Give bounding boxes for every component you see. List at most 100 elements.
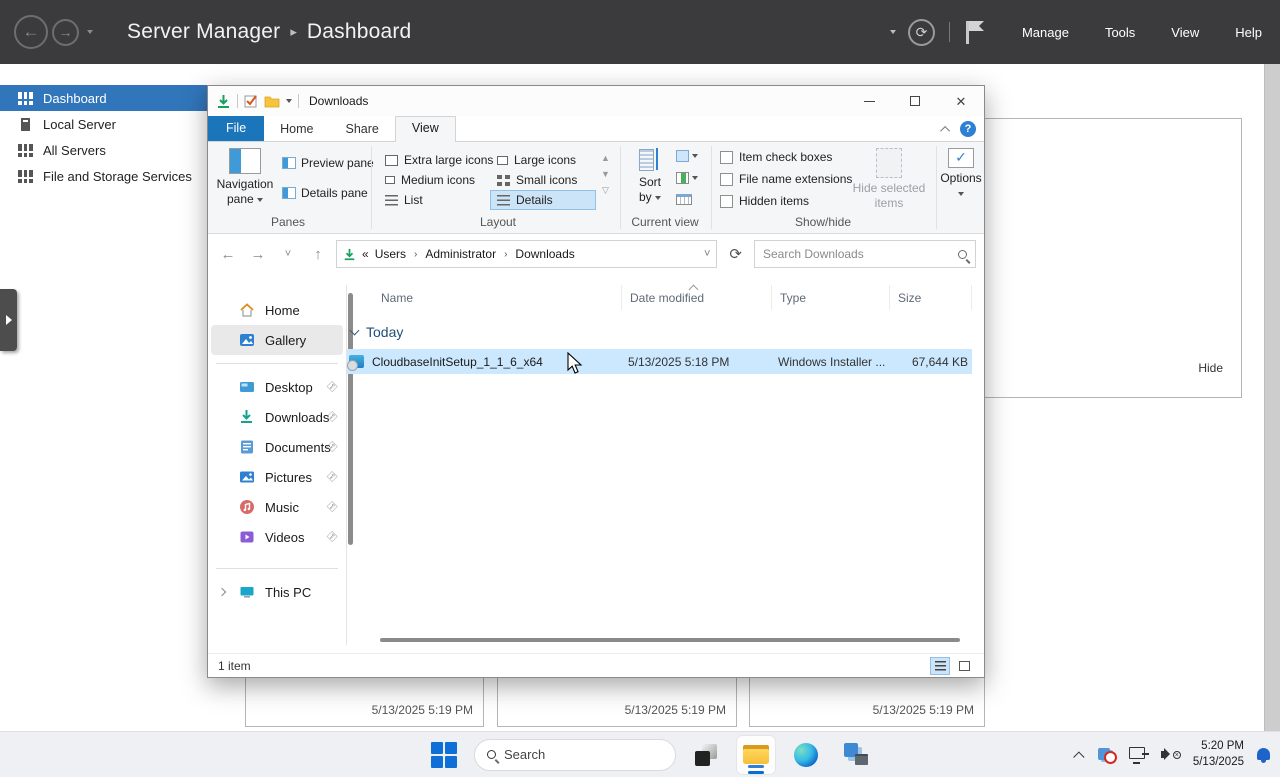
server-manager-tray-icon[interactable]	[1097, 746, 1117, 764]
column-type[interactable]: Type	[772, 285, 890, 310]
search-input[interactable]	[763, 247, 958, 261]
forward-icon[interactable]: →	[52, 19, 79, 46]
menu-manage[interactable]: Manage	[1022, 25, 1069, 40]
expand-chevron-icon[interactable]	[218, 588, 226, 596]
nav-item-home[interactable]: Home	[211, 295, 343, 325]
new-folder-qat-icon[interactable]	[264, 95, 280, 108]
crumb-administrator[interactable]: Administrator	[425, 247, 496, 261]
add-columns-button[interactable]	[676, 172, 698, 184]
layout-list[interactable]: List	[378, 190, 430, 210]
refresh-icon[interactable]: ⟳	[908, 19, 935, 46]
layout-details[interactable]: Details	[490, 190, 596, 210]
sort-by-button[interactable]: Sort by	[628, 148, 672, 205]
maximize-button[interactable]	[892, 86, 938, 116]
column-name[interactable]: Name	[347, 285, 622, 310]
tray-overflow-chevron-icon[interactable]	[1073, 751, 1084, 762]
item-check-boxes-checkbox[interactable]: Item check boxes	[720, 150, 832, 164]
options-icon: ✓	[948, 148, 974, 168]
tab-file[interactable]: File	[208, 116, 264, 141]
navigation-pane-button[interactable]: Navigation pane	[214, 148, 276, 207]
flag-icon[interactable]	[964, 19, 986, 45]
layout-small-icons[interactable]: Small icons	[490, 170, 584, 190]
group-header-today[interactable]: Today	[347, 319, 984, 345]
network-tray-icon[interactable]	[1129, 746, 1149, 764]
nav-item-videos[interactable]: Videos ⚿	[211, 522, 343, 552]
back-icon[interactable]: ←	[14, 15, 48, 49]
navigation-pane-caret-icon	[257, 198, 263, 202]
nav-history-caret-icon[interactable]	[87, 30, 93, 34]
qat-customize-caret-icon[interactable]	[286, 99, 292, 103]
crumb-overflow[interactable]: «	[362, 247, 369, 261]
taskbar-search[interactable]: Search	[474, 739, 676, 771]
icons-view-toggle[interactable]	[954, 657, 974, 675]
collapse-group-icon[interactable]	[350, 326, 360, 336]
task-view-button[interactable]	[686, 735, 726, 775]
sidebar-item-label: Local Server	[43, 117, 116, 132]
group-by-button[interactable]	[676, 150, 698, 162]
hidden-items-checkbox[interactable]: Hidden items	[720, 194, 809, 208]
layout-extra-large-icons[interactable]: Extra large icons	[378, 150, 500, 170]
forward-icon[interactable]: →	[246, 246, 270, 263]
recent-locations-caret-icon[interactable]: ˅	[276, 248, 300, 260]
file-explorer-taskbar-button[interactable]	[736, 735, 776, 775]
search-icon[interactable]	[958, 250, 967, 259]
tab-share[interactable]: Share	[330, 118, 395, 141]
tab-view[interactable]: View	[395, 116, 456, 142]
details-view-toggle[interactable]	[930, 657, 950, 675]
hide-welcome-link[interactable]: Hide	[1198, 361, 1223, 375]
search-box[interactable]	[754, 240, 976, 268]
size-columns-button[interactable]	[676, 194, 692, 205]
server-manager-taskbar-button[interactable]	[836, 735, 876, 775]
taskbar-clock[interactable]: 5:20 PM 5/13/2025	[1193, 739, 1244, 770]
start-button[interactable]	[424, 735, 464, 775]
scrollbar-thumb[interactable]	[380, 638, 960, 642]
crumb-separator-icon[interactable]: ›	[502, 249, 509, 260]
crumb-separator-icon[interactable]: ›	[412, 249, 419, 260]
column-date-modified[interactable]: Date modified	[622, 285, 772, 310]
column-size[interactable]: Size	[890, 285, 972, 310]
nav-item-music[interactable]: Music ⚿	[211, 492, 343, 522]
file-name-extensions-checkbox[interactable]: File name extensions	[720, 172, 852, 186]
notifications-bell-icon[interactable]	[1256, 747, 1272, 763]
sidebar-item-local-server[interactable]: Local Server	[0, 111, 216, 137]
address-dropdown-caret-icon[interactable]: ˅	[704, 248, 710, 260]
nav-item-this-pc[interactable]: This PC	[211, 577, 343, 607]
nav-item-desktop[interactable]: Desktop ⚿	[211, 372, 343, 402]
preview-pane-button[interactable]: Preview pane	[282, 156, 374, 170]
volume-muted-tray-icon[interactable]: ×	[1161, 746, 1181, 764]
notifications-caret-icon[interactable]	[890, 30, 896, 34]
menu-view[interactable]: View	[1171, 25, 1199, 40]
address-bar[interactable]: « Users › Administrator › Downloads ˅	[336, 240, 717, 268]
horizontal-scrollbar[interactable]	[354, 637, 974, 643]
layout-medium-icons[interactable]: Medium icons	[378, 170, 482, 190]
back-icon[interactable]: ←	[216, 246, 240, 263]
details-pane-button[interactable]: Details pane	[282, 186, 368, 200]
help-icon[interactable]: ?	[960, 121, 976, 137]
windows-start-icon	[431, 742, 457, 768]
nav-item-downloads[interactable]: Downloads ⚿	[211, 402, 343, 432]
flyout-handle[interactable]	[0, 289, 17, 351]
options-button[interactable]: ✓ Options	[940, 148, 982, 201]
nav-item-gallery[interactable]: Gallery	[211, 325, 343, 355]
sidebar-item-dashboard[interactable]: Dashboard	[0, 85, 216, 111]
menu-help[interactable]: Help	[1235, 25, 1262, 40]
layout-scroll-arrows[interactable]: ▲▼▽	[601, 150, 610, 199]
minimize-button[interactable]	[846, 86, 892, 116]
collapse-ribbon-icon[interactable]	[940, 125, 950, 135]
close-button[interactable]: ✕	[938, 86, 984, 116]
menu-tools[interactable]: Tools	[1105, 25, 1135, 40]
nav-item-pictures[interactable]: Pictures ⚿	[211, 462, 343, 492]
up-icon[interactable]: ↑	[306, 246, 330, 263]
crumb-users[interactable]: Users	[375, 247, 406, 261]
nav-item-documents[interactable]: Documents ⚿	[211, 432, 343, 462]
properties-qat-icon[interactable]	[244, 94, 258, 108]
file-row[interactable]: CloudbaseInitSetup_1_1_6_x64 5/13/2025 5…	[347, 349, 972, 374]
server-manager-scrollbar[interactable]	[1264, 64, 1280, 731]
tab-home[interactable]: Home	[264, 118, 329, 141]
refresh-icon[interactable]: ⟳	[723, 245, 748, 263]
crumb-downloads[interactable]: Downloads	[515, 247, 574, 261]
edge-taskbar-button[interactable]	[786, 735, 826, 775]
layout-large-icons[interactable]: Large icons	[490, 150, 583, 170]
sidebar-item-all-servers[interactable]: All Servers	[0, 137, 216, 163]
sidebar-item-file-storage-services[interactable]: File and Storage Services	[0, 163, 216, 189]
